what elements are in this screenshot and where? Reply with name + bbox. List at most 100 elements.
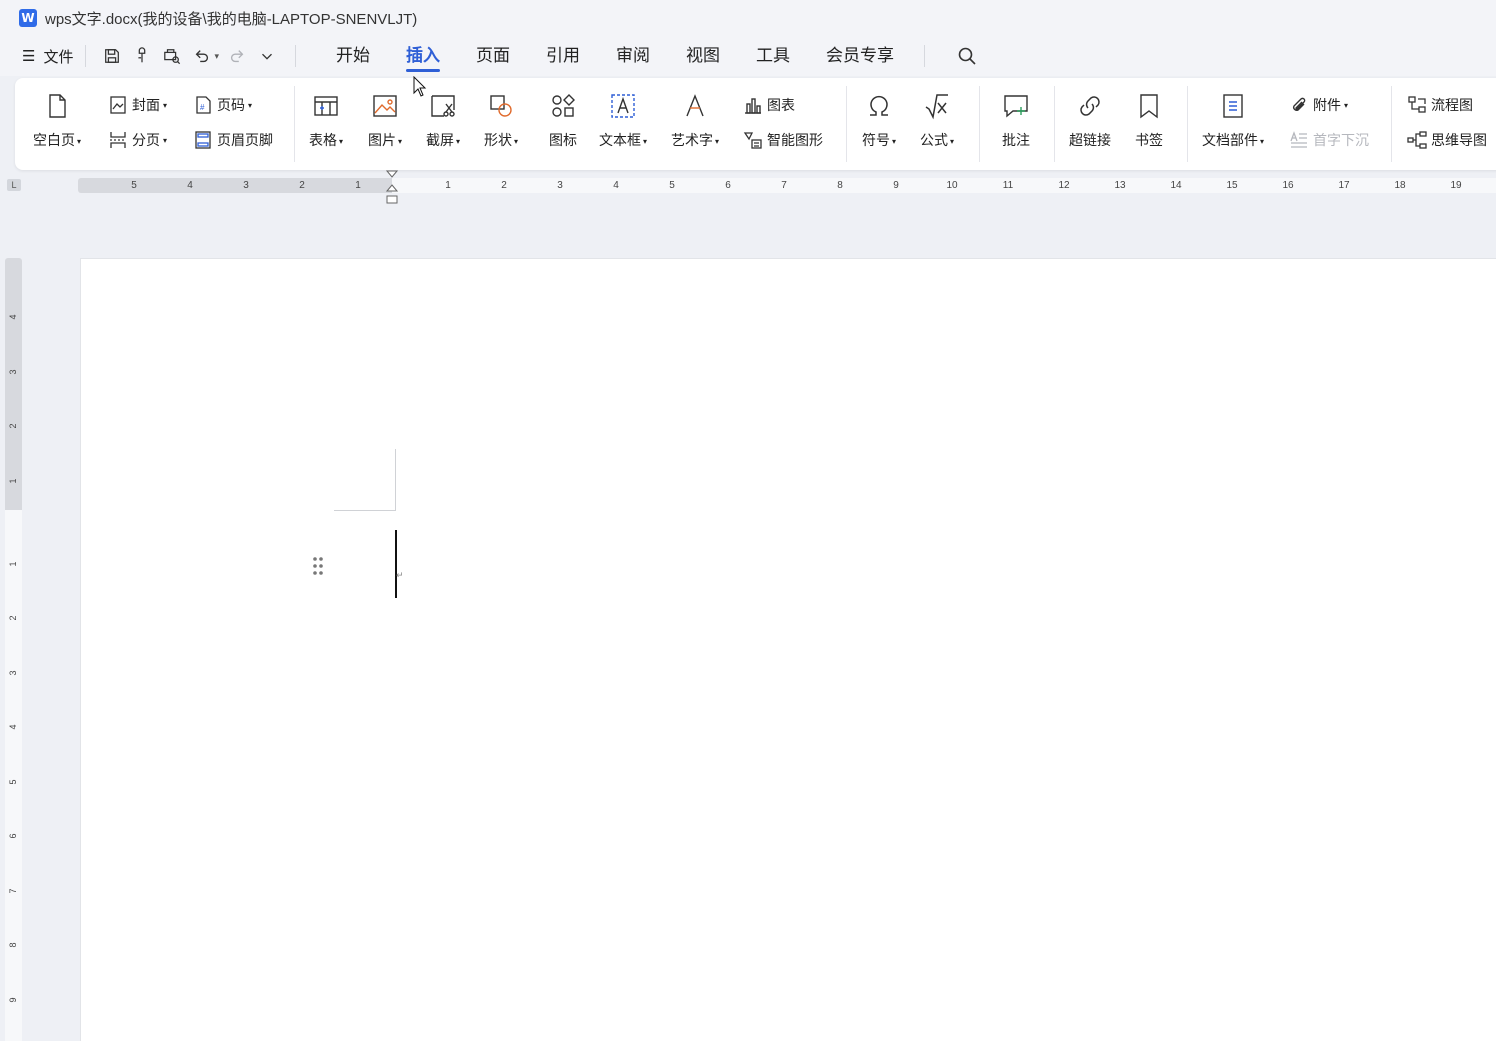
- screenshot-label: 截屏: [426, 132, 454, 148]
- mindmap-icon: [1407, 131, 1427, 149]
- tab-insert[interactable]: 插入: [388, 36, 458, 76]
- redo-icon: [230, 50, 244, 63]
- symbol-label: 符号: [862, 132, 890, 148]
- menu-bar: ☰ 文件 ▾ 开始 插入 页面 引用 审阅 视图 工具 会员专享: [0, 36, 1496, 76]
- tab-stop-selector[interactable]: L: [7, 179, 21, 191]
- ruler-margin-area: [5, 258, 22, 510]
- screenshot-icon: [431, 95, 455, 117]
- paperclip-icon: [1293, 97, 1306, 111]
- ruler-tick-label: 5: [131, 180, 137, 191]
- chevron-down-icon: ▾: [950, 136, 955, 146]
- blank-page-button[interactable]: 空白页 ▾: [33, 78, 81, 150]
- ruler-tick-label: 11: [1002, 180, 1014, 191]
- flowchart-icon: [1408, 96, 1426, 113]
- ribbon-tabs: 开始 插入 页面 引用 审阅 视图 工具 会员专享: [318, 36, 912, 76]
- comment-button[interactable]: 批注: [1001, 78, 1031, 150]
- attachment-button[interactable]: 附件 ▾: [1289, 93, 1348, 117]
- wordart-button[interactable]: 艺术字 ▾: [671, 78, 719, 150]
- chevron-down-icon: ▾: [163, 100, 168, 110]
- svg-text:#: #: [200, 103, 205, 112]
- print-preview-button[interactable]: [158, 42, 186, 70]
- cover-button[interactable]: 封面 ▾: [108, 93, 167, 117]
- divider: [1187, 86, 1188, 162]
- undo-dropdown-icon[interactable]: ▾: [214, 51, 219, 62]
- horizontal-ruler[interactable]: 5 4 3 2 1 1 2 3 4 5 6 7 8 9 10 11 12 13 14 15 16 17 18 19: [78, 178, 1496, 194]
- cover-icon: [110, 96, 126, 114]
- ruler-tick-label: 3: [243, 180, 249, 191]
- mindmap-button[interactable]: 思维导图: [1407, 128, 1487, 152]
- chevron-down-icon: ▾: [398, 136, 403, 146]
- smart-graphic-button[interactable]: 智能图形: [743, 128, 823, 152]
- chevron-down-icon: ▾: [1260, 136, 1265, 146]
- chevron-down-icon: ▾: [715, 136, 720, 146]
- blank-page-label: 空白页: [33, 132, 75, 148]
- ruler-tick-label: 1: [8, 478, 18, 484]
- format-painter-button[interactable]: [128, 42, 156, 70]
- screenshot-button[interactable]: 截屏 ▾: [426, 78, 460, 150]
- textbox-button[interactable]: 文本框 ▾: [599, 78, 647, 150]
- shape-label: 形状: [484, 132, 512, 148]
- document-parts-icon: [1223, 94, 1243, 118]
- ruler-tick-label: 19: [1450, 180, 1462, 191]
- picture-button[interactable]: 图片 ▾: [368, 78, 402, 150]
- chevron-down-icon: ▾: [1344, 100, 1349, 110]
- document-parts-label: 文档部件: [1202, 132, 1258, 148]
- save-icon: [105, 49, 120, 63]
- ruler-tick-label: 7: [781, 180, 787, 191]
- chart-label: 图表: [767, 97, 795, 113]
- file-menu-button[interactable]: ☰ 文件: [22, 46, 73, 67]
- ruler-tick-label: 4: [8, 314, 18, 320]
- tab-review[interactable]: 审阅: [598, 36, 668, 76]
- ruler-tick-label: 1: [445, 180, 451, 191]
- indent-marker-icon[interactable]: [386, 170, 398, 206]
- header-footer-button[interactable]: 页眉页脚: [193, 128, 273, 152]
- drop-cap-button[interactable]: 首字下沉: [1289, 128, 1369, 152]
- chart-button[interactable]: 图表: [743, 93, 795, 117]
- divider: [294, 86, 295, 162]
- tab-references[interactable]: 引用: [528, 36, 598, 76]
- insert-ribbon: 空白页 ▾ 封面 ▾ 分页 ▾ # 页码 ▾ 页眉页脚 表格 ▾ 图片 ▾ 截屏 ▾ 形状 ▾: [15, 78, 1496, 170]
- save-button[interactable]: [98, 42, 126, 70]
- undo-button[interactable]: [188, 42, 216, 70]
- vertical-ruler[interactable]: 4 3 2 1 1 2 3 4 5 6 7 8 9: [5, 258, 22, 1041]
- paragraph-drag-handle-icon[interactable]: [312, 556, 324, 576]
- tab-home[interactable]: 开始: [318, 36, 388, 76]
- symbol-button[interactable]: 符号 ▾: [862, 78, 896, 150]
- table-button[interactable]: 表格 ▾: [309, 78, 343, 150]
- page-break-button[interactable]: 分页 ▾: [108, 128, 167, 152]
- tab-tools[interactable]: 工具: [738, 36, 808, 76]
- tab-view[interactable]: 视图: [668, 36, 738, 76]
- document-page[interactable]: ↵: [80, 258, 1496, 1041]
- ruler-tick-label: 1: [8, 561, 18, 567]
- customize-quick-access-button[interactable]: [253, 42, 281, 70]
- formula-button[interactable]: 公式 ▾: [920, 78, 954, 150]
- chevron-down-icon: [262, 53, 272, 60]
- divider: [85, 45, 87, 67]
- redo-button[interactable]: [223, 42, 251, 70]
- divider: [1054, 86, 1055, 162]
- bookmark-icon: [1140, 94, 1158, 119]
- comment-icon: [1004, 95, 1028, 118]
- chevron-down-icon: ▾: [643, 136, 648, 146]
- ruler-tick-label: 4: [8, 724, 18, 730]
- ruler-tick-label: 2: [8, 615, 18, 621]
- tab-member[interactable]: 会员专享: [808, 36, 912, 76]
- document-title: wps文字.docx(我的设备\我的电脑-LAPTOP-SNENVLJT): [45, 10, 418, 28]
- format-painter-icon: [138, 47, 146, 63]
- search-button[interactable]: [953, 42, 981, 70]
- tab-page[interactable]: 页面: [458, 36, 528, 76]
- divider: [979, 86, 980, 162]
- ruler-tick-label: 5: [669, 180, 675, 191]
- page-number-button[interactable]: # 页码 ▾: [193, 93, 252, 117]
- ruler-tick-label: 3: [8, 670, 18, 676]
- hyperlink-button[interactable]: 超链接: [1069, 78, 1111, 150]
- flowchart-button[interactable]: 流程图: [1407, 93, 1473, 117]
- icons-button[interactable]: 图标: [548, 78, 578, 150]
- margin-guide: [334, 510, 396, 511]
- chart-icon: [745, 98, 761, 114]
- chevron-down-icon: ▾: [163, 135, 168, 145]
- document-parts-button[interactable]: 文档部件 ▾: [1202, 78, 1264, 150]
- ruler-tick-label: 6: [725, 180, 731, 191]
- bookmark-button[interactable]: 书签: [1134, 78, 1164, 150]
- shape-button[interactable]: 形状 ▾: [484, 78, 518, 150]
